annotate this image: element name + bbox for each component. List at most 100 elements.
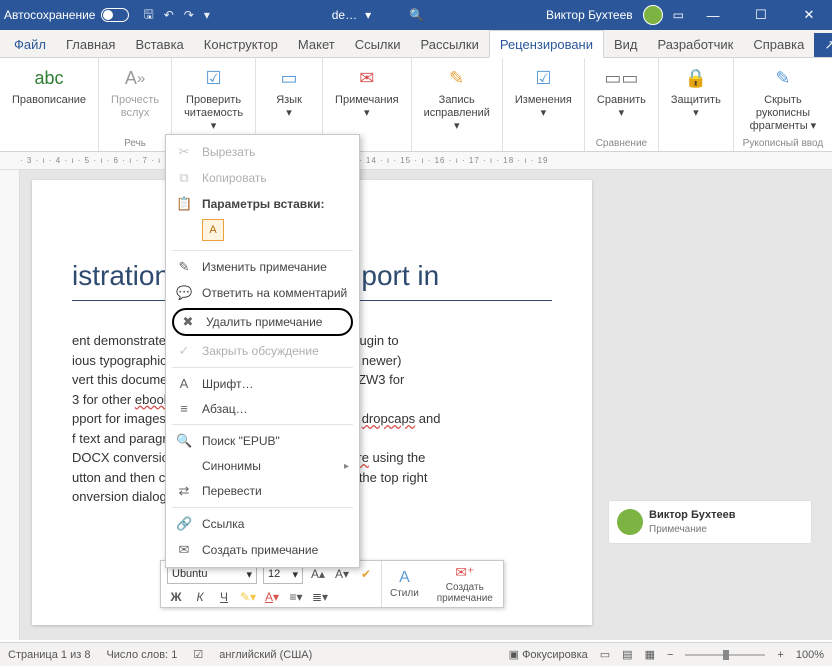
tab-developer[interactable]: Разработчик <box>648 31 744 57</box>
qat-dropdown-icon[interactable]: ▾ <box>204 8 210 22</box>
bullets-icon[interactable]: ≡▾ <box>287 590 305 604</box>
paragraph-icon: ≡ <box>176 401 192 416</box>
title-dropdown-icon[interactable]: ▾ <box>365 8 371 22</box>
language-button[interactable]: ▭Язык▾ <box>264 62 314 122</box>
read-aloud-button[interactable]: A»Прочесть вслух <box>107 62 163 122</box>
zoom-out-icon[interactable]: − <box>667 649 673 661</box>
ctx-paste-options-label: 📋Параметры вставки: <box>166 191 359 217</box>
bold-icon[interactable]: Ж <box>167 590 185 604</box>
ribbon-mode-icon[interactable]: ▭ <box>673 8 684 22</box>
zoom-in-icon[interactable]: + <box>777 649 783 661</box>
accessibility-button[interactable]: ☑Проверить читаемость ▾ <box>180 62 247 136</box>
ctx-copy: ⧉Копировать <box>166 165 359 191</box>
tab-review[interactable]: Рецензировани <box>489 30 604 58</box>
language-icon: ▭ <box>275 64 303 92</box>
status-words[interactable]: Число слов: 1 <box>106 649 177 661</box>
ctx-translate[interactable]: ⇄Перевести <box>166 478 359 504</box>
tab-design[interactable]: Конструктор <box>194 31 288 57</box>
autosave-toggle[interactable]: Автосохранение <box>4 8 129 22</box>
tab-home[interactable]: Главная <box>56 31 125 57</box>
ctx-delete-comment[interactable]: ✖Удалить примечание <box>172 308 353 336</box>
changes-button[interactable]: ☑Изменения▾ <box>511 62 576 122</box>
undo-icon[interactable]: ↶ <box>164 8 174 22</box>
quick-access-toolbar: 🖫 ↶ ↷ ▾ <box>143 5 209 26</box>
protect-button[interactable]: 🔒Защитить▾ <box>667 62 725 122</box>
search-icon[interactable]: 🔍 <box>409 8 424 22</box>
context-menu: ✂Вырезать ⧉Копировать 📋Параметры вставки… <box>165 134 360 568</box>
horizontal-ruler[interactable]: · 3 · ı · 4 · ı · 5 · ı · 6 · ı · 7 · ı … <box>0 152 832 170</box>
zoom-slider[interactable] <box>685 654 765 656</box>
group-ink-label: Рукописный ввод <box>743 136 823 149</box>
edit-comment-icon: ✎ <box>176 259 192 275</box>
user-name[interactable]: Виктор Бухтеев <box>546 8 633 22</box>
underline-icon[interactable]: Ч <box>215 590 233 604</box>
format-painter-icon[interactable]: ✔ <box>357 567 375 581</box>
status-page[interactable]: Страница 1 из 8 <box>8 649 90 661</box>
redo-icon[interactable]: ↷ <box>184 8 194 22</box>
tab-help[interactable]: Справка <box>743 31 814 57</box>
delete-comment-icon: ✖ <box>180 314 196 330</box>
share-icon: ↗ <box>824 37 832 53</box>
ctx-reply-comment[interactable]: 💬Ответить на комментарий <box>166 280 359 306</box>
comments-button[interactable]: ✉Примечания▾ <box>331 62 403 122</box>
shrink-font-icon[interactable]: A▾ <box>333 567 351 581</box>
minimize-button[interactable]: — <box>694 8 732 23</box>
maximize-button[interactable]: ☐ <box>742 7 780 23</box>
comments-pane: Виктор БухтеевПримечание <box>600 170 820 640</box>
tab-layout[interactable]: Макет <box>288 31 345 57</box>
compare-button[interactable]: ▭▭Сравнить▾ <box>593 62 650 122</box>
focus-mode[interactable]: ▣ Фокусировка <box>509 648 588 661</box>
ctx-font[interactable]: AШрифт… <box>166 371 359 396</box>
view-print-icon[interactable]: ▭ <box>600 648 610 661</box>
track-changes-button[interactable]: ✎Запись исправлений ▾ <box>420 62 494 136</box>
tab-file[interactable]: Файл <box>4 31 56 57</box>
numbering-icon[interactable]: ≣▾ <box>311 590 329 604</box>
spelling-button[interactable]: abcПравописание <box>8 62 90 109</box>
reply-icon: 💬 <box>176 285 192 301</box>
italic-icon[interactable]: К <box>191 590 209 604</box>
save-icon[interactable]: 🖫 <box>143 5 153 26</box>
chevron-right-icon: ▸ <box>344 461 349 472</box>
font-color-icon[interactable]: A▾ <box>263 590 281 604</box>
accessibility-icon: ☑ <box>200 64 228 92</box>
status-proof-icon[interactable]: ☑ <box>193 648 203 661</box>
ribbon-tabs: Файл Главная Вставка Конструктор Макет С… <box>0 30 832 58</box>
view-web-icon[interactable]: ▦ <box>645 648 655 661</box>
ctx-new-comment[interactable]: ✉Создать примечание <box>166 537 359 563</box>
grow-font-icon[interactable]: A▴ <box>309 567 327 581</box>
title-bar: Автосохранение 🖫 ↶ ↷ ▾ de… ▾ 🔍 Виктор Бу… <box>0 0 832 30</box>
comment-avatar-icon <box>617 509 643 535</box>
ctx-synonyms[interactable]: Синонимы▸ <box>166 454 359 478</box>
ctx-link[interactable]: 🔗Ссылка <box>166 511 359 537</box>
ctx-search[interactable]: 🔍Поиск "EPUB" <box>166 428 359 454</box>
tab-references[interactable]: Ссылки <box>345 31 411 57</box>
tab-view[interactable]: Вид <box>604 31 648 57</box>
tab-insert[interactable]: Вставка <box>125 31 193 57</box>
styles-button[interactable]: AСтили <box>382 561 427 607</box>
highlight-icon[interactable]: ✎▾ <box>239 590 257 604</box>
ctx-close-thread: ✓Закрыть обсуждение <box>166 338 359 364</box>
vertical-ruler[interactable] <box>0 170 20 640</box>
spelling-icon: abc <box>35 64 63 92</box>
ribbon: abcПравописание A»Прочесть вслух Речь ☑П… <box>0 58 832 152</box>
link-icon: 🔗 <box>176 516 192 532</box>
paste-keep-text-icon[interactable]: A <box>202 219 224 241</box>
comment-label: Примечание <box>649 524 707 535</box>
user-avatar-icon[interactable] <box>643 5 663 25</box>
create-comment-button[interactable]: ✉⁺Создать примечание <box>427 561 503 607</box>
tab-mailings[interactable]: Рассылки <box>410 31 488 57</box>
group-speech-label: Речь <box>124 136 146 149</box>
view-read-icon[interactable]: ▤ <box>622 648 632 661</box>
comment-card[interactable]: Виктор БухтеевПримечание <box>608 500 812 544</box>
close-thread-icon: ✓ <box>176 343 192 359</box>
ctx-edit-comment[interactable]: ✎Изменить примечание <box>166 254 359 280</box>
create-comment-icon: ✉⁺ <box>455 564 474 581</box>
protect-icon: 🔒 <box>682 64 710 92</box>
zoom-level[interactable]: 100% <box>796 649 824 661</box>
ctx-paragraph[interactable]: ≡Абзац… <box>166 396 359 421</box>
close-button[interactable]: ✕ <box>790 7 828 23</box>
document-title: de… <box>332 8 357 22</box>
status-language[interactable]: английский (США) <box>219 649 312 661</box>
share-button[interactable]: ↗Поделиться <box>814 33 832 57</box>
hide-ink-button[interactable]: ✎Скрыть рукописны фрагменты ▾ <box>742 62 824 136</box>
